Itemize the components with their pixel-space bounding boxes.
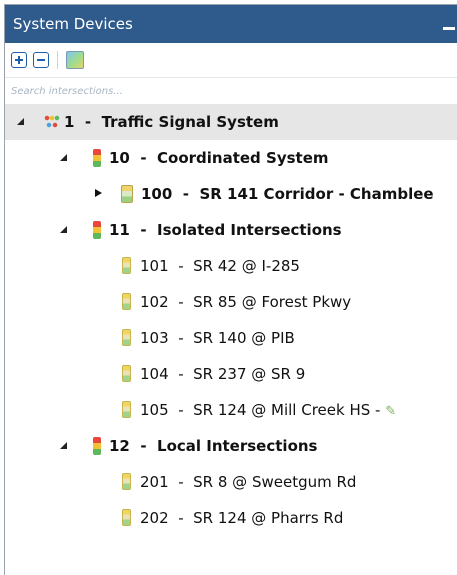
tree-node-label: 10 - Coordinated System bbox=[109, 149, 329, 167]
node-sep: - bbox=[182, 185, 189, 203]
node-sep: - bbox=[178, 293, 184, 311]
tree-leaf-202[interactable]: 202 - SR 124 @ Pharrs Rd bbox=[5, 500, 457, 536]
node-id: 102 bbox=[140, 293, 169, 311]
signal-icon bbox=[122, 509, 131, 526]
node-id: 103 bbox=[140, 329, 169, 347]
tree-node-label: 105 - SR 124 @ Mill Creek HS - ✎ bbox=[140, 401, 396, 419]
node-name: SR 141 Corridor - Chamblee bbox=[199, 185, 434, 203]
tree-node-isolated[interactable]: 11 - Isolated Intersections bbox=[5, 212, 457, 248]
node-id: 1 bbox=[64, 113, 75, 131]
tree-node-label: 201 - SR 8 @ Sweetgum Rd bbox=[140, 473, 356, 491]
node-sep: - bbox=[140, 437, 147, 455]
collapse-arrow-icon[interactable] bbox=[60, 226, 68, 234]
tree-node-label: 101 - SR 42 @ I-285 bbox=[140, 257, 300, 275]
tree-node-label: 11 - Isolated Intersections bbox=[109, 221, 342, 239]
tree-node-corridor[interactable]: 100 - SR 141 Corridor - Chamblee bbox=[5, 176, 457, 212]
tree-node-label: 12 - Local Intersections bbox=[109, 437, 317, 455]
tree-node-label: 1 - Traffic Signal System bbox=[64, 113, 279, 131]
node-name: SR 124 @ Pharrs Rd bbox=[193, 509, 344, 527]
collapse-all-button[interactable] bbox=[33, 52, 49, 68]
search-input[interactable] bbox=[9, 84, 313, 98]
node-id: 12 bbox=[109, 437, 130, 455]
node-id: 104 bbox=[140, 365, 169, 383]
node-id: 201 bbox=[140, 473, 169, 491]
search-bar bbox=[5, 78, 457, 104]
tree-node-coordinated[interactable]: 10 - Coordinated System bbox=[5, 140, 457, 176]
tree-leaf-105[interactable]: 105 - SR 124 @ Mill Creek HS - ✎ bbox=[5, 392, 457, 428]
node-id: 10 bbox=[109, 149, 130, 167]
panel-title: System Devices bbox=[13, 15, 133, 33]
node-sep: - bbox=[178, 473, 184, 491]
signal-icon bbox=[122, 329, 131, 346]
tree-node-label: 103 - SR 140 @ PIB bbox=[140, 329, 295, 347]
signal-icon bbox=[122, 365, 131, 382]
tree-leaf-103[interactable]: 103 - SR 140 @ PIB bbox=[5, 320, 457, 356]
node-id: 11 bbox=[109, 221, 130, 239]
collapse-arrow-icon[interactable] bbox=[60, 442, 68, 450]
node-name: Isolated Intersections bbox=[157, 221, 342, 239]
tree-node-label: 104 - SR 237 @ SR 9 bbox=[140, 365, 305, 383]
plus-vertical-stroke bbox=[18, 56, 20, 64]
tree-node-label: 102 - SR 85 @ Forest Pkwy bbox=[140, 293, 351, 311]
expand-all-button[interactable] bbox=[11, 52, 27, 68]
tree-leaf-201[interactable]: 201 - SR 8 @ Sweetgum Rd bbox=[5, 464, 457, 500]
signal-icon bbox=[122, 473, 131, 490]
panel-titlebar: System Devices bbox=[5, 5, 457, 43]
node-name: Traffic Signal System bbox=[101, 113, 279, 131]
signal-group-icon bbox=[93, 221, 101, 239]
toolbar-divider bbox=[57, 51, 58, 69]
node-name: SR 124 @ Mill Creek HS - bbox=[193, 401, 381, 419]
node-name: SR 237 @ SR 9 bbox=[193, 365, 306, 383]
minimize-icon[interactable] bbox=[441, 17, 455, 31]
tree-leaf-102[interactable]: 102 - SR 85 @ Forest Pkwy bbox=[5, 284, 457, 320]
node-name: SR 140 @ PIB bbox=[193, 329, 295, 347]
tree-node-local[interactable]: 12 - Local Intersections bbox=[5, 428, 457, 464]
node-sep: - bbox=[140, 221, 147, 239]
tree-leaf-101[interactable]: 101 - SR 42 @ I-285 bbox=[5, 248, 457, 284]
signal-group-icon bbox=[93, 437, 101, 455]
node-name: Local Intersections bbox=[157, 437, 318, 455]
node-sep: - bbox=[178, 401, 184, 419]
node-sep: - bbox=[178, 365, 184, 383]
collapse-arrow-icon[interactable] bbox=[60, 154, 68, 162]
node-name: SR 42 @ I-285 bbox=[193, 257, 300, 275]
signal-icon bbox=[122, 401, 131, 418]
collapse-arrow-icon[interactable] bbox=[17, 118, 25, 126]
tree-node-root[interactable]: 1 - Traffic Signal System bbox=[5, 104, 457, 140]
signal-icon bbox=[122, 293, 131, 310]
node-name: SR 8 @ Sweetgum Rd bbox=[193, 473, 357, 491]
node-name: Coordinated System bbox=[157, 149, 329, 167]
node-id: 202 bbox=[140, 509, 169, 527]
tree-node-label: 202 - SR 124 @ Pharrs Rd bbox=[140, 509, 343, 527]
system-devices-panel: System Devices 1 - Traffic Signal System bbox=[4, 4, 457, 575]
system-icon bbox=[44, 114, 60, 130]
tree-leaf-104[interactable]: 104 - SR 237 @ SR 9 bbox=[5, 356, 457, 392]
device-tree: 1 - Traffic Signal System 10 - Coordinat… bbox=[5, 104, 457, 536]
signal-icon bbox=[122, 257, 131, 274]
node-id: 100 bbox=[141, 185, 173, 203]
signal-group-icon bbox=[93, 149, 101, 167]
expand-arrow-icon[interactable] bbox=[95, 189, 102, 197]
node-name: SR 85 @ Forest Pkwy bbox=[193, 293, 352, 311]
toolbar bbox=[5, 43, 457, 78]
minus-box-icon bbox=[37, 59, 45, 61]
node-sep: - bbox=[178, 329, 184, 347]
node-id: 101 bbox=[140, 257, 169, 275]
node-sep: - bbox=[178, 257, 184, 275]
node-sep: - bbox=[178, 509, 184, 527]
comm-plug-icon: ✎ bbox=[385, 404, 397, 419]
node-id: 105 bbox=[140, 401, 169, 419]
tree-node-label: 100 - SR 141 Corridor - Chamblee bbox=[141, 185, 434, 203]
map-icon[interactable] bbox=[66, 51, 84, 69]
node-sep: - bbox=[140, 149, 147, 167]
node-sep: - bbox=[84, 113, 92, 131]
corridor-signal-icon bbox=[121, 185, 133, 203]
